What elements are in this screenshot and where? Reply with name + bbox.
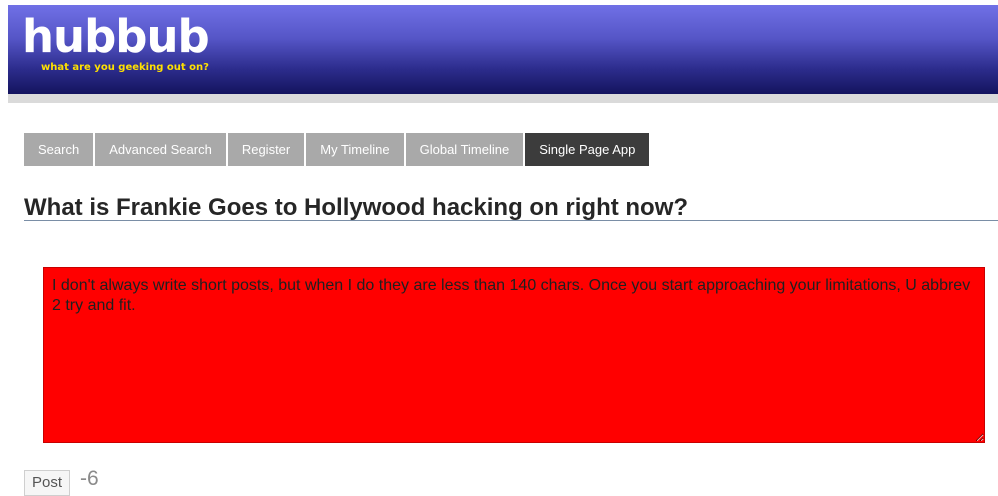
remaining-char-count: -6 [80,467,99,490]
post-textarea[interactable]: I don't always write short posts, but wh… [43,267,985,443]
main-nav: Search Advanced Search Register My Timel… [24,133,650,166]
nav-item-search[interactable]: Search [24,133,96,166]
site-tagline: what are you geeking out on? [41,62,209,73]
page-title: What is Frankie Goes to Hollywood hackin… [24,194,689,221]
nav-item-single-page-app[interactable]: Single Page App [525,133,650,166]
nav-item-global-timeline[interactable]: Global Timeline [405,133,526,166]
nav-item-advanced-search[interactable]: Advanced Search [95,133,228,166]
post-button[interactable]: Post [24,470,71,496]
nav-item-register[interactable]: Register [227,133,307,166]
site-header: hubbub what are you geeking out on? [8,5,998,94]
title-divider [24,220,998,221]
nav-item-my-timeline[interactable]: My Timeline [306,133,406,166]
site-logo[interactable]: hubbub [22,13,210,61]
header-divider [8,94,998,103]
